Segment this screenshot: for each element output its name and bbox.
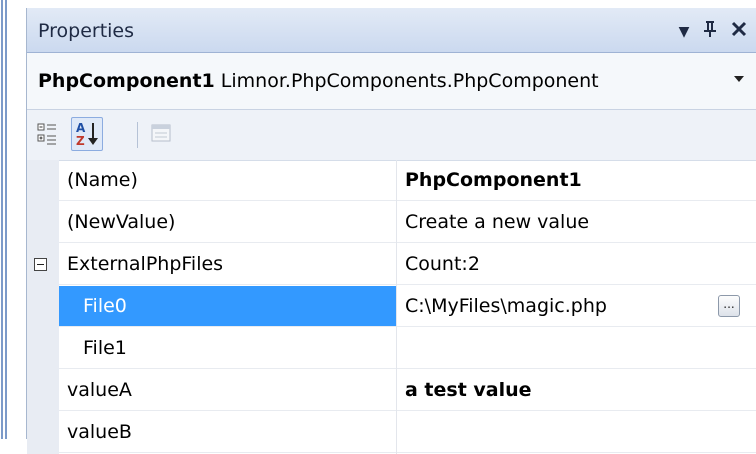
panel-title: Properties [38,20,135,42]
chevron-down-icon[interactable] [734,76,744,82]
property-grid: (Name) PhpComponent1 (NewValue) Create a… [27,160,756,454]
object-selector[interactable]: PhpComponent1 Limnor.PhpComponents.PhpCo… [27,53,756,110]
svg-text:A: A [76,121,86,135]
properties-toolbar: A Z [27,110,756,161]
close-button[interactable] [727,15,751,43]
alphabetical-button[interactable]: A Z [71,117,103,151]
property-value[interactable] [397,328,756,369]
window-edge [0,0,8,439]
property-row-newvalue[interactable]: (NewValue) Create a new value [27,202,756,244]
property-name[interactable]: File1 [59,328,397,369]
property-name[interactable]: (Name) [59,160,397,201]
panel-title-bar: Properties ▼ [27,8,756,53]
property-row-name[interactable]: (Name) PhpComponent1 [27,160,756,202]
object-type: Limnor.PhpComponents.PhpComponent [220,70,599,92]
auto-hide-button[interactable] [698,15,722,43]
property-value[interactable]: a test value [397,370,756,411]
property-row-file1[interactable]: File1 [27,328,756,370]
property-value[interactable] [397,412,756,453]
property-pages-button[interactable] [145,117,177,151]
pin-icon [704,21,716,37]
property-row-valueb[interactable]: valueB [27,412,756,454]
categorized-button[interactable] [34,117,66,151]
properties-panel: Properties ▼ PhpComponent1 Limnor.PhpCom… [26,8,756,454]
close-icon [731,21,747,37]
alphabetical-sort-icon: A Z [76,121,98,148]
dropdown-arrow-icon: ▼ [678,24,690,40]
property-name[interactable]: valueA [59,370,397,411]
property-name[interactable]: ExternalPhpFiles [59,244,397,285]
property-row-file0[interactable]: File0 C:\MyFiles\magic.php ... [27,286,756,328]
property-name[interactable]: valueB [59,412,397,453]
property-value[interactable]: Create a new value [397,202,756,243]
property-pages-icon [151,124,171,142]
object-name: PhpComponent1 [38,70,215,92]
window-position-button[interactable]: ▼ [672,15,696,43]
property-value[interactable]: PhpComponent1 [397,160,756,201]
toolbar-separator [137,122,138,148]
property-value[interactable]: Count:2 [397,244,756,285]
property-name[interactable]: File0 [59,286,397,327]
property-row-valuea[interactable]: valueA a test value [27,370,756,412]
categorized-icon [37,123,56,145]
browse-button[interactable]: ... [718,295,740,317]
svg-text:Z: Z [76,134,85,148]
property-name[interactable]: (NewValue) [59,202,397,243]
property-value[interactable]: C:\MyFiles\magic.php [397,286,756,327]
property-row-externalphpfiles[interactable]: ExternalPhpFiles Count:2 [27,244,756,286]
collapse-icon[interactable] [34,258,47,271]
